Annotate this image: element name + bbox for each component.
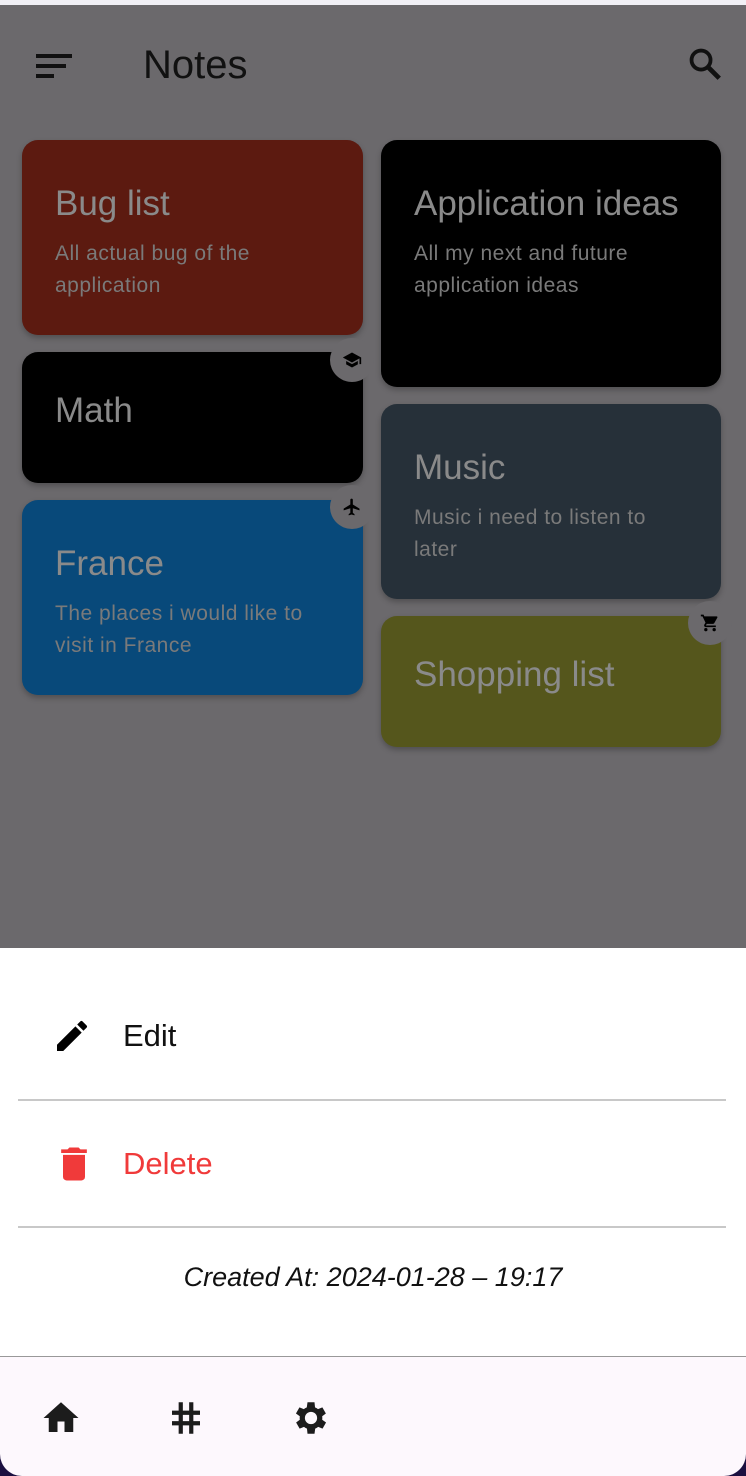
page-title: Notes bbox=[143, 43, 248, 87]
note-card[interactable]: Bug list All actual bug of the applicatio… bbox=[22, 140, 363, 335]
settings-icon[interactable] bbox=[290, 1397, 332, 1439]
note-title: France bbox=[55, 544, 164, 583]
airplane-icon bbox=[330, 485, 374, 529]
note-card[interactable]: France The places i would like to visit i… bbox=[22, 500, 363, 695]
bottom-navigation bbox=[0, 1356, 746, 1476]
note-title: Music bbox=[414, 448, 506, 487]
divider bbox=[18, 1226, 726, 1228]
note-description: The places i would like to visit in Fran… bbox=[55, 602, 303, 657]
note-title: Math bbox=[55, 391, 133, 430]
divider bbox=[18, 1099, 726, 1101]
delete-label: Delete bbox=[123, 1146, 213, 1181]
home-icon[interactable] bbox=[40, 1397, 82, 1439]
note-title: Application ideas bbox=[414, 184, 679, 223]
pencil-icon bbox=[57, 1020, 87, 1051]
sort-menu-icon[interactable] bbox=[36, 54, 72, 78]
note-title: Bug list bbox=[55, 184, 170, 223]
school-icon bbox=[330, 338, 374, 382]
delete-button[interactable]: Delete bbox=[0, 1124, 746, 1204]
cart-icon bbox=[688, 601, 732, 645]
edit-button[interactable]: Edit bbox=[0, 996, 746, 1076]
note-description: All my next and future application ideas bbox=[414, 242, 629, 297]
hashtag-icon[interactable] bbox=[165, 1397, 207, 1439]
note-description: All actual bug of the application bbox=[55, 242, 250, 297]
note-card[interactable]: Shopping list bbox=[381, 616, 721, 747]
note-card[interactable]: Application ideas All my next and future … bbox=[381, 140, 721, 387]
note-title: Shopping list bbox=[414, 655, 615, 694]
trash-icon bbox=[61, 1147, 87, 1181]
note-card[interactable]: Music Music i need to listen to later bbox=[381, 404, 721, 599]
note-card[interactable]: Math bbox=[22, 352, 363, 483]
edit-label: Edit bbox=[123, 1018, 177, 1053]
search-icon[interactable] bbox=[686, 45, 724, 83]
created-at-text: Created At: 2024-01-28 – 19:17 bbox=[183, 1262, 563, 1292]
note-description: Music i need to listen to later bbox=[414, 506, 646, 561]
